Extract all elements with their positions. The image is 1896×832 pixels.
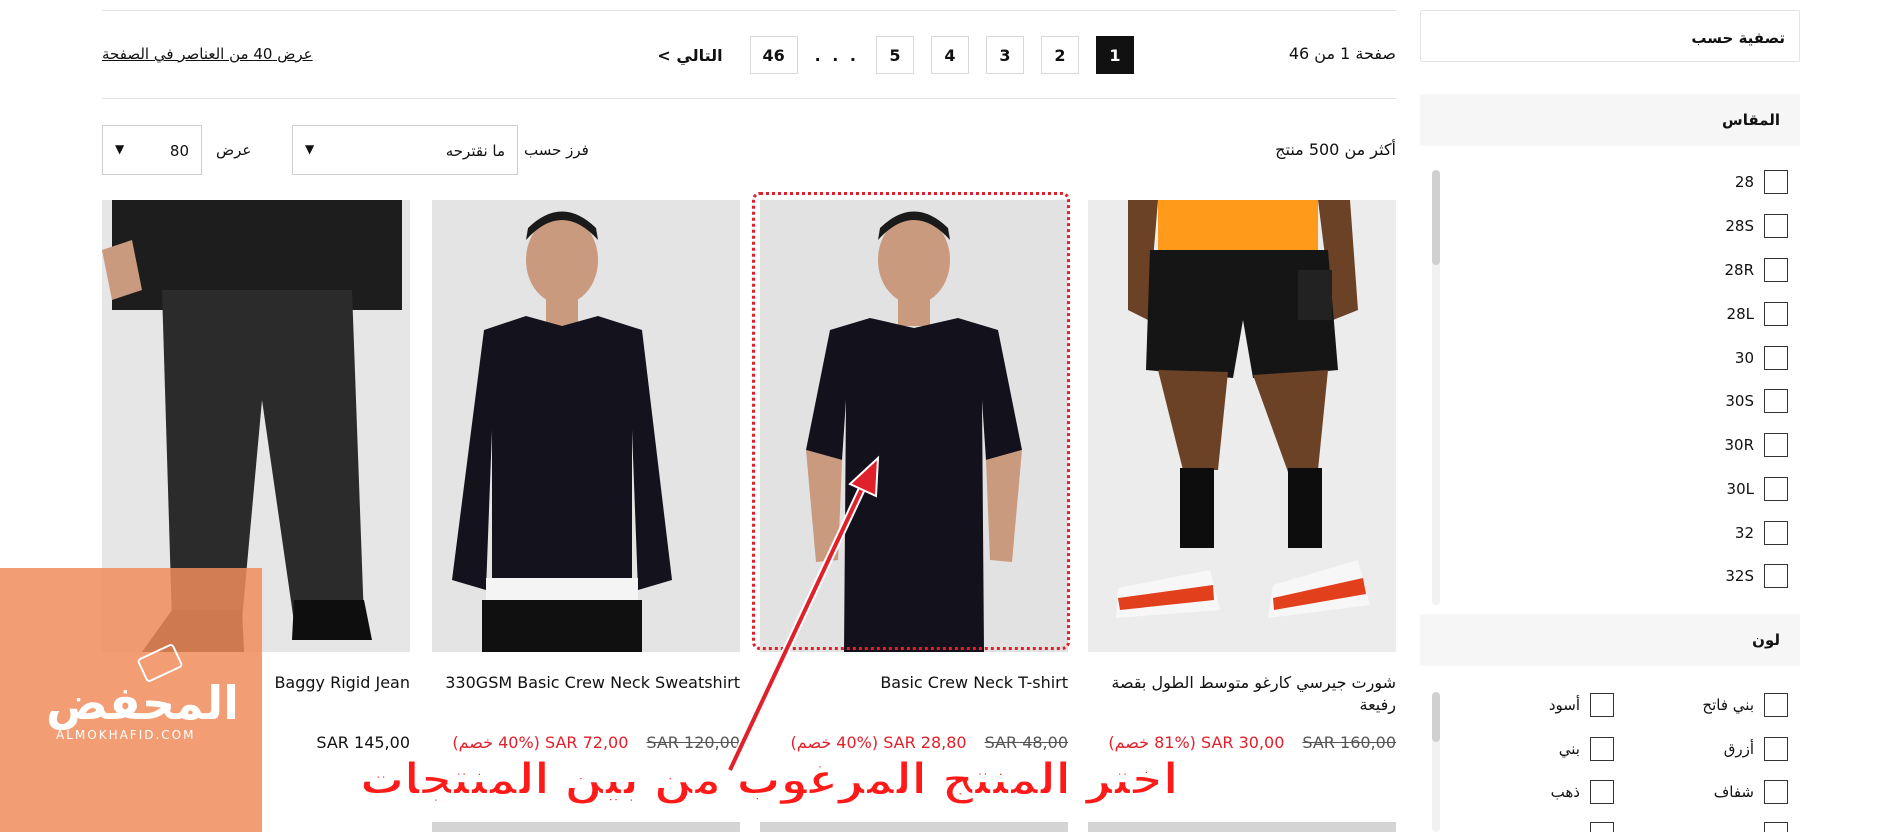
page-1-button[interactable]: 1 — [1096, 36, 1134, 74]
checkbox[interactable] — [1764, 258, 1788, 282]
size-option-28r[interactable]: 28R — [1724, 257, 1788, 283]
old-price: SAR 48,00 — [984, 733, 1068, 752]
next-page-link[interactable]: التالي > — [657, 46, 722, 65]
annotation-caption: اختر المنتج المرغوب من بين المنتجات — [359, 753, 1179, 806]
color-option-brown[interactable]: بني — [1559, 736, 1614, 762]
pagination-ellipsis: . . . — [814, 45, 859, 65]
color-heading: لون — [1752, 631, 1780, 649]
size-options-list: 28 28S 28R 28L 30 30S 30R 30L 32 32S — [1420, 165, 1800, 605]
size-option-30l[interactable]: 30L — [1727, 476, 1788, 502]
page-4-button[interactable]: 4 — [931, 36, 969, 74]
product-prices: SAR 145,00 — [316, 733, 410, 752]
checkbox[interactable] — [1764, 564, 1788, 588]
size-option-28l[interactable]: 28L — [1727, 301, 1788, 327]
shorts-model-illustration — [1116, 200, 1370, 618]
size-option-28[interactable]: 28 — [1735, 169, 1788, 195]
checkbox[interactable] — [1590, 737, 1614, 761]
size-option-32[interactable]: 32 — [1735, 520, 1788, 546]
price: SAR 145,00 — [316, 733, 410, 752]
show-count-select[interactable]: 80 ▼ — [102, 125, 202, 175]
checkbox[interactable] — [1764, 214, 1788, 238]
items-per-page-link[interactable]: عرض 40 من العناصر في الصفحة — [102, 45, 313, 63]
checkbox[interactable] — [1764, 780, 1788, 804]
sort-label: فرز حسب — [524, 141, 589, 159]
product-name[interactable]: شورت جيرسي كارغو متوسط الطول بقصة رفيعة — [1088, 672, 1396, 716]
color-option-light-brown[interactable]: بني فاتح — [1702, 692, 1788, 718]
size-option-32s[interactable]: 32S — [1725, 563, 1788, 589]
product-name[interactable]: 330GSM Basic Crew Neck Sweatshirt — [432, 672, 740, 694]
size-option-30s[interactable]: 30S — [1725, 388, 1788, 414]
checkbox[interactable] — [1764, 521, 1788, 545]
color-option-transparent[interactable]: شفاف — [1714, 779, 1788, 805]
checkbox[interactable] — [1764, 477, 1788, 501]
caret-down-icon: ▼ — [305, 142, 315, 156]
checkbox[interactable] — [1764, 170, 1788, 194]
result-count: أكثر من 500 منتج — [1275, 140, 1396, 159]
page-2-button[interactable]: 2 — [1041, 36, 1079, 74]
checkbox-partial[interactable] — [1590, 822, 1614, 832]
next-row-product-image[interactable] — [760, 822, 1068, 832]
filter-title: تصفية حسب — [1691, 29, 1785, 47]
annotation-arrow-icon — [726, 455, 880, 772]
color-section-header[interactable]: لون — [1420, 614, 1800, 666]
page-last-button[interactable]: 46 — [749, 36, 798, 74]
sale-price: SAR 30,00 (81% خصم) — [1108, 733, 1285, 752]
size-scrollbar-thumb[interactable] — [1432, 170, 1440, 265]
product-image-cargo-shorts[interactable] — [1088, 200, 1396, 652]
product-prices: SAR 160,00 SAR 30,00 (81% خصم) — [1108, 733, 1396, 752]
old-price: SAR 160,00 — [1302, 733, 1396, 752]
page-info: صفحة 1 من 46 — [1288, 44, 1396, 63]
size-section-header[interactable]: المقاس — [1420, 94, 1800, 146]
filter-by-box: تصفية حسب — [1420, 10, 1800, 62]
next-row-product-image[interactable] — [432, 822, 740, 832]
color-option-black[interactable]: أسود — [1549, 692, 1614, 718]
caret-down-icon: ▼ — [115, 142, 125, 156]
show-count-value: 80 — [169, 142, 189, 160]
checkbox[interactable] — [1764, 737, 1788, 761]
size-option-30[interactable]: 30 — [1735, 345, 1788, 371]
divider — [102, 10, 1396, 11]
sale-price: SAR 72,00 (40% خصم) — [452, 733, 629, 752]
checkbox[interactable] — [1764, 389, 1788, 413]
page-3-button[interactable]: 3 — [986, 36, 1024, 74]
filter-sidebar: تصفية حسب المقاس 28 28S 28R 28L 30 30S 3… — [1420, 0, 1800, 832]
product-image-sweatshirt[interactable] — [432, 200, 740, 652]
checkbox[interactable] — [1590, 780, 1614, 804]
size-heading: المقاس — [1722, 111, 1780, 129]
color-scrollbar-thumb[interactable] — [1432, 692, 1440, 742]
size-option-30r[interactable]: 30R — [1724, 432, 1788, 458]
sweatshirt-model-illustration — [452, 211, 672, 652]
watermark-logo: المحفض ALMOKHAFID.COM — [0, 568, 262, 832]
checkbox[interactable] — [1764, 346, 1788, 370]
color-option-gold[interactable]: ذهب — [1551, 779, 1614, 805]
logo-subtext: ALMOKHAFID.COM — [56, 728, 196, 742]
product-prices: SAR 120,00 SAR 72,00 (40% خصم) — [452, 733, 740, 752]
checkbox[interactable] — [1764, 302, 1788, 326]
logo-text: المحفض — [46, 676, 239, 730]
pagination: 1 2 3 4 5 . . . 46 التالي > — [584, 36, 1134, 74]
next-row-product-image[interactable] — [1088, 822, 1396, 832]
show-label: عرض — [216, 141, 252, 159]
sort-select-value: ما نقترحه — [445, 142, 505, 160]
checkbox[interactable] — [1590, 693, 1614, 717]
divider — [102, 98, 1396, 99]
sort-select[interactable]: ما نقترحه ▼ — [292, 125, 518, 175]
checkbox[interactable] — [1764, 693, 1788, 717]
size-option-28s[interactable]: 28S — [1725, 213, 1788, 239]
page-5-button[interactable]: 5 — [876, 36, 914, 74]
checkbox-partial[interactable] — [1764, 822, 1788, 832]
color-option-blue[interactable]: أزرق — [1724, 736, 1788, 762]
checkbox[interactable] — [1764, 433, 1788, 457]
